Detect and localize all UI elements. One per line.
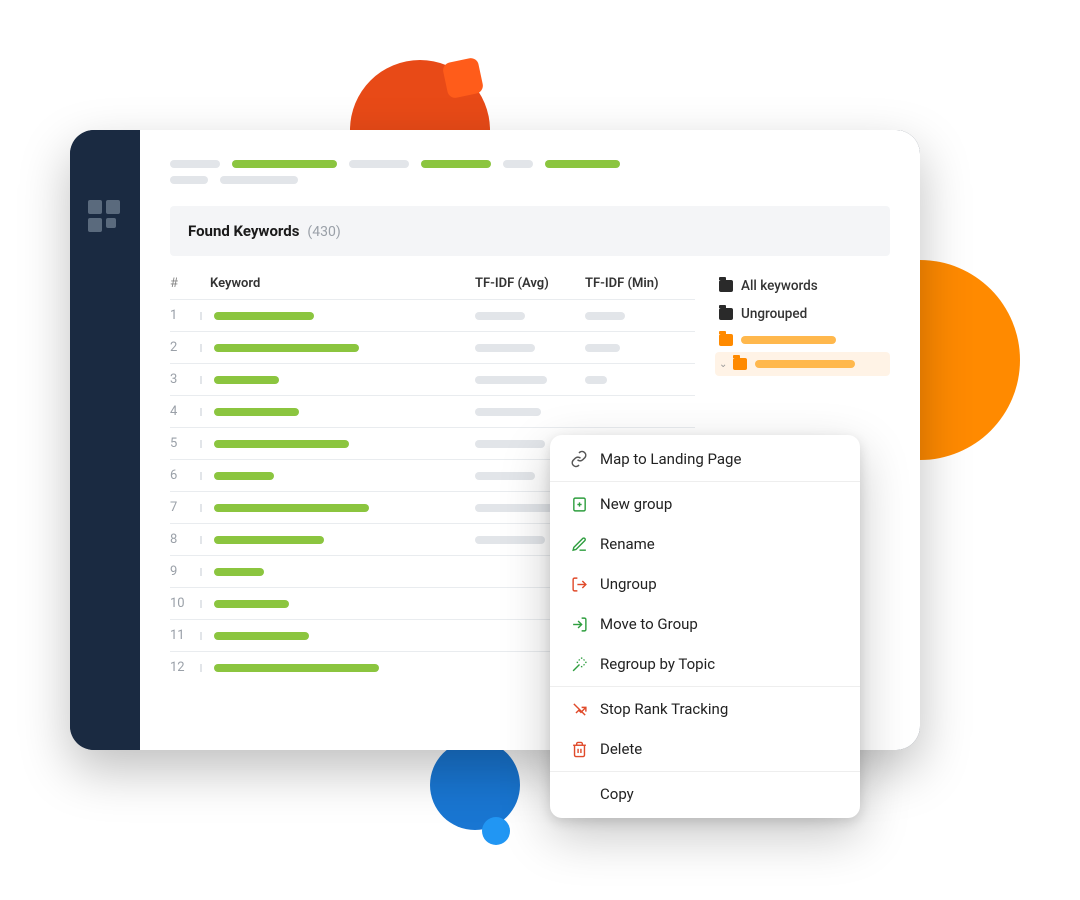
tfidf-min-cell (585, 312, 695, 320)
tfidf-avg-cell (475, 344, 585, 352)
section-count: (430) (307, 224, 340, 240)
folder-icon (719, 280, 733, 292)
app-logo-icon[interactable] (88, 200, 122, 234)
row-number: 3 (170, 372, 198, 387)
group-label-placeholder (741, 336, 836, 344)
row-number: 1 (170, 308, 198, 323)
keyword-cell (200, 600, 475, 608)
menu-rename[interactable]: Rename (550, 524, 860, 564)
group-label-placeholder (755, 360, 855, 368)
folder-icon (719, 334, 733, 346)
ungroup-icon (570, 575, 588, 593)
copy-icon (570, 785, 588, 803)
table-row[interactable]: 1 (170, 299, 695, 331)
menu-map-to-landing-page[interactable]: Map to Landing Page (550, 439, 860, 479)
row-number: 4 (170, 404, 198, 419)
row-number: 7 (170, 500, 198, 515)
table-row[interactable]: 3 (170, 363, 695, 395)
menu-ungroup[interactable]: Ungroup (550, 564, 860, 604)
table-row[interactable]: 4 (170, 395, 695, 427)
row-number: 12 (170, 660, 198, 675)
row-number: 6 (170, 468, 198, 483)
keyword-cell (200, 408, 475, 416)
menu-stop-rank-tracking[interactable]: Stop Rank Tracking (550, 689, 860, 729)
menu-move-to-group[interactable]: Move to Group (550, 604, 860, 644)
decorative-circle (482, 817, 510, 845)
breadcrumb (170, 160, 890, 168)
folder-icon (733, 358, 747, 370)
group-ungrouped[interactable]: Ungrouped (715, 300, 890, 328)
row-number: 8 (170, 532, 198, 547)
row-number: 11 (170, 628, 198, 643)
sidebar (70, 130, 140, 750)
row-number: 10 (170, 596, 198, 611)
group-folder-item-selected[interactable]: ⌄ (715, 352, 890, 376)
col-keyword[interactable]: Keyword (198, 276, 475, 291)
keyword-cell (200, 504, 475, 512)
tfidf-avg-cell (475, 376, 585, 384)
trash-icon (570, 740, 588, 758)
col-tfidf-avg[interactable]: TF-IDF (Avg) (475, 276, 585, 291)
row-number: 9 (170, 564, 198, 579)
keyword-cell (200, 536, 475, 544)
decorative-circle (430, 740, 520, 830)
keyword-cell (200, 664, 475, 672)
tfidf-min-cell (585, 376, 695, 384)
menu-delete[interactable]: Delete (550, 729, 860, 769)
group-all-keywords[interactable]: All keywords (715, 272, 890, 300)
menu-regroup-by-topic[interactable]: Regroup by Topic (550, 644, 860, 684)
section-header: Found Keywords (430) (170, 206, 890, 256)
keyword-cell (200, 568, 475, 576)
tfidf-min-cell (585, 344, 695, 352)
menu-new-group[interactable]: New group (550, 484, 860, 524)
tfidf-avg-cell (475, 312, 585, 320)
row-number: 5 (170, 436, 198, 451)
row-number: 2 (170, 340, 198, 355)
table-header: # Keyword TF-IDF (Avg) TF-IDF (Min) (170, 268, 695, 299)
magic-icon (570, 655, 588, 673)
keyword-cell (200, 312, 475, 320)
tfidf-avg-cell (475, 408, 585, 416)
add-file-icon (570, 495, 588, 513)
keyword-cell (200, 632, 475, 640)
group-folder-item[interactable] (715, 328, 890, 352)
keyword-cell (200, 472, 475, 480)
keyword-cell (200, 376, 475, 384)
stop-tracking-icon (570, 700, 588, 718)
folder-icon (719, 308, 733, 320)
context-menu: Map to Landing Page New group Rename Ung… (550, 435, 860, 818)
col-number: # (170, 276, 198, 291)
chevron-down-icon: ⌄ (719, 359, 727, 370)
decorative-square (442, 57, 485, 100)
edit-icon (570, 535, 588, 553)
menu-copy[interactable]: Copy (550, 774, 860, 814)
link-icon (570, 450, 588, 468)
keyword-cell (200, 440, 475, 448)
keyword-cell (200, 344, 475, 352)
col-tfidf-min[interactable]: TF-IDF (Min) (585, 276, 695, 291)
section-title: Found Keywords (188, 222, 299, 240)
table-row[interactable]: 2 (170, 331, 695, 363)
move-icon (570, 615, 588, 633)
breadcrumb-secondary (170, 176, 890, 184)
